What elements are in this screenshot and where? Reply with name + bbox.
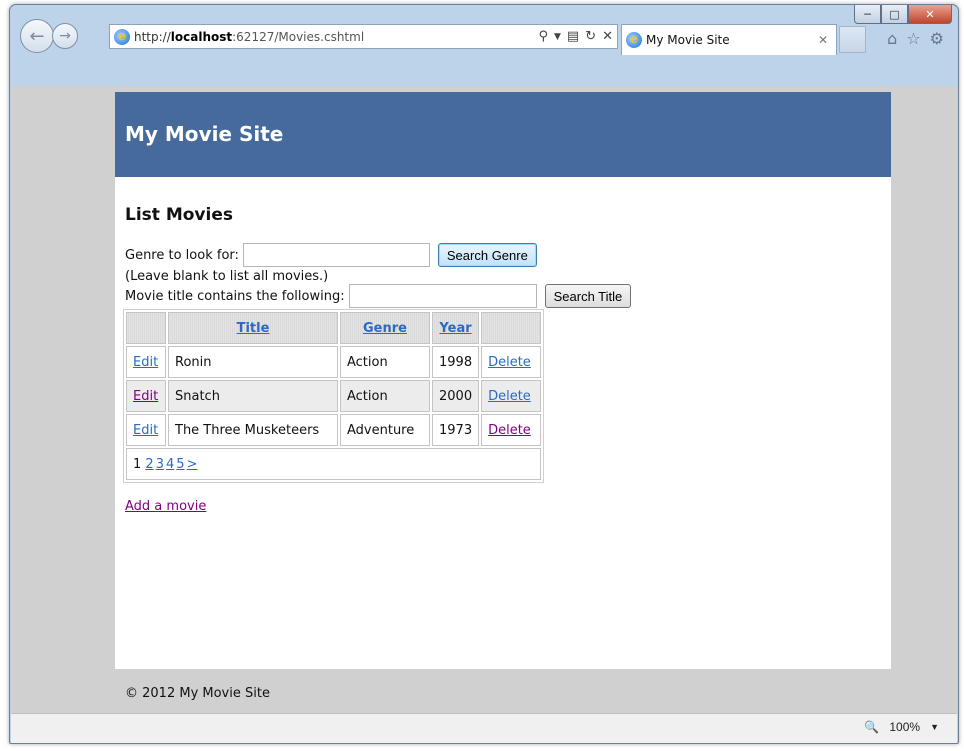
favorites-star-icon[interactable]: ☆ xyxy=(906,29,920,48)
title-cell: The Three Musketeers xyxy=(168,414,338,446)
forward-button[interactable]: → xyxy=(52,23,78,49)
edit-link[interactable]: Edit xyxy=(133,423,158,438)
table-row: Edit The Three Musketeers Adventure 1973… xyxy=(126,414,542,446)
genre-hint: (Leave blank to list all movies.) xyxy=(125,269,329,284)
add-movie-link[interactable]: Add a movie xyxy=(125,499,206,514)
dropdown-icon[interactable]: ▼ xyxy=(554,32,561,42)
movies-grid: Title Genre Year Edit Ronin Action 1998 … xyxy=(123,309,545,483)
title-search-row: Movie title contains the following: Sear… xyxy=(125,284,881,308)
search-title-button[interactable]: Search Title xyxy=(544,284,632,308)
edit-cell: Edit xyxy=(126,414,166,446)
pager-current-page: 1 xyxy=(133,456,142,472)
pager-link[interactable]: 5 xyxy=(176,457,184,472)
pager-next-link[interactable]: > xyxy=(187,457,198,472)
header-title-cell: Title xyxy=(168,312,338,344)
pager-link[interactable]: 4 xyxy=(166,457,174,472)
year-cell: 1998 xyxy=(432,346,480,378)
site-footer: © 2012 My Movie Site xyxy=(125,686,270,701)
genre-search-row: Genre to look for: Search Genre xyxy=(125,243,881,267)
grid-header-row: Title Genre Year xyxy=(126,312,542,344)
page-viewport: My Movie Site List Movies Genre to look … xyxy=(11,86,957,713)
edit-cell: Edit xyxy=(126,346,166,378)
status-bar: 🔍 100% ▼ xyxy=(11,713,957,743)
tab-title: My Movie Site xyxy=(646,33,730,47)
title-cell: Ronin xyxy=(168,346,338,378)
browser-window: ─ □ ✕ ← → e http://localhost:62127/Movie… xyxy=(9,4,959,744)
edit-link[interactable]: Edit xyxy=(133,389,158,404)
sort-genre-link[interactable]: Genre xyxy=(363,321,407,336)
pager-link[interactable]: 2 xyxy=(145,457,153,472)
sort-title-link[interactable]: Title xyxy=(237,321,270,336)
url-scheme: http:// xyxy=(134,29,171,44)
zoom-dropdown-icon[interactable]: ▼ xyxy=(930,722,939,732)
pager-link[interactable]: 3 xyxy=(156,457,164,472)
stop-icon[interactable]: ✕ xyxy=(602,29,613,44)
back-button[interactable]: ← xyxy=(20,19,54,53)
genre-label: Genre to look for: xyxy=(125,247,239,263)
settings-gear-icon[interactable]: ⚙ xyxy=(930,29,944,48)
edit-link[interactable]: Edit xyxy=(133,355,158,370)
delete-cell: Delete xyxy=(481,346,542,378)
genre-input[interactable] xyxy=(242,243,430,267)
browser-tab[interactable]: e My Movie Site ✕ xyxy=(621,24,837,55)
delete-cell: Delete xyxy=(481,414,542,446)
genre-cell: Adventure xyxy=(340,414,430,446)
header-delete-cell xyxy=(481,312,542,344)
delete-link[interactable]: Delete xyxy=(488,423,531,438)
year-cell: 2000 xyxy=(432,380,480,412)
zoom-icon: 🔍 xyxy=(864,720,880,734)
navigation-bar: ← → e http://localhost:62127/Movies.csht… xyxy=(10,19,958,55)
delete-cell: Delete xyxy=(481,380,542,412)
title-label: Movie title contains the following: xyxy=(125,288,345,304)
delete-link[interactable]: Delete xyxy=(488,355,531,370)
address-bar[interactable]: e http://localhost:62127/Movies.cshtml ⚲… xyxy=(109,24,618,49)
page-title: List Movies xyxy=(125,205,233,225)
pager-row: 1 2 3 4 5 > xyxy=(126,448,542,480)
new-tab-button[interactable] xyxy=(839,26,866,53)
ie-page-icon: e xyxy=(114,28,130,45)
year-cell: 1973 xyxy=(432,414,480,446)
table-row: Edit Ronin Action 1998 Delete xyxy=(126,346,542,378)
url-path: :62127/Movies.cshtml xyxy=(232,29,365,44)
header-year-cell: Year xyxy=(432,312,480,344)
url-host: localhost xyxy=(170,29,233,44)
browser-tools: ⌂ ☆ ⚙ xyxy=(887,29,944,48)
header-genre-cell: Genre xyxy=(340,312,430,344)
pager-cell: 1 2 3 4 5 > xyxy=(126,448,542,480)
tab-close-icon[interactable]: ✕ xyxy=(818,33,828,47)
search-icon[interactable]: ⚲ xyxy=(538,29,548,44)
site-header: My Movie Site xyxy=(115,92,891,177)
main-content: List Movies Genre to look for: Search Ge… xyxy=(115,177,891,669)
delete-link[interactable]: Delete xyxy=(488,389,531,404)
zoom-level: 100% xyxy=(889,720,921,734)
tab-ie-icon: e xyxy=(626,32,642,48)
address-tools: ⚲ ▼ ▤ ↻ ✕ xyxy=(538,25,613,48)
search-genre-button[interactable]: Search Genre xyxy=(437,243,537,267)
edit-cell: Edit xyxy=(126,380,166,412)
genre-cell: Action xyxy=(340,380,430,412)
title-input[interactable] xyxy=(348,284,537,308)
home-icon[interactable]: ⌂ xyxy=(887,29,897,48)
compatibility-view-icon[interactable]: ▤ xyxy=(567,29,579,44)
title-cell: Snatch xyxy=(168,380,338,412)
header-edit-cell xyxy=(126,312,166,344)
genre-cell: Action xyxy=(340,346,430,378)
zoom-control[interactable]: 🔍 100% ▼ xyxy=(864,720,939,734)
refresh-icon[interactable]: ↻ xyxy=(585,29,596,44)
table-row: Edit Snatch Action 2000 Delete xyxy=(126,380,542,412)
sort-year-link[interactable]: Year xyxy=(439,321,471,336)
